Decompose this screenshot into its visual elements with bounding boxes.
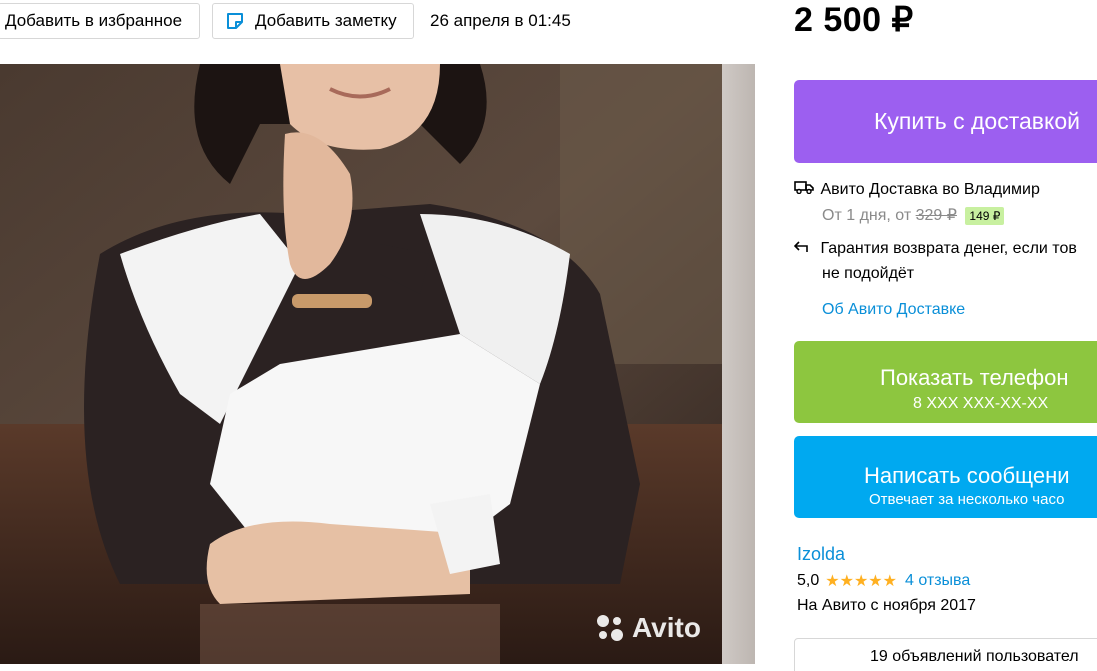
buy-with-delivery-button[interactable]: Купить с доставкой [794,80,1097,163]
delivery-price-row: От 1 дня, от 329 ₽ 149 ₽ [822,205,1005,225]
seller-ads-button[interactable]: 19 объявлений пользовател [794,638,1097,671]
rating-stars-icon: ★★★★★ [825,573,897,590]
guarantee-info: Гарантия возврата денег, если тов [793,240,1077,258]
delivery-from: От 1 дня, от [822,207,912,224]
buy-with-delivery-label: Купить с доставкой [874,108,1080,134]
seller-ads-label: 19 объявлений пользовател [870,648,1079,665]
return-arrow-icon [793,240,816,258]
show-phone-button[interactable]: Показать телефон 8 XXX XXX-XX-XX [794,341,1097,423]
listing-price: 2 500 ₽ [794,1,914,39]
response-time-label: Отвечает за несколько часо [869,490,1065,508]
reviews-link[interactable]: 4 отзыва [905,572,970,590]
seller-since: На Авито с ноября 2017 [797,597,976,614]
truck-icon [794,180,816,199]
guarantee-line1: Гарантия возврата денег, если тов [820,240,1077,257]
add-note-label: Добавить заметку [255,11,397,30]
delivery-info: Авито Доставка во Владимир [794,180,1040,199]
write-message-button[interactable]: Написать сообщени Отвечает за несколько … [794,436,1097,518]
write-message-label: Написать сообщени [864,462,1070,488]
masked-phone-number: 8 XXX XXX-XX-XX [913,395,1049,412]
note-icon [225,11,245,31]
add-to-favorites-button[interactable]: Добавить в избранное [0,3,200,39]
listing-date: 26 апреля в 01:45 [430,11,571,30]
avito-watermark: Avito [594,612,701,644]
next-photo-preview[interactable] [722,64,755,664]
add-to-favorites-label: Добавить в избранное [5,11,183,30]
show-phone-label: Показать телефон [880,365,1069,390]
guarantee-line2: не подойдёт [822,265,915,282]
avito-logo-icon [597,615,623,641]
delivery-title: Авито Доставка во Владимир [820,181,1040,198]
add-note-button[interactable]: Добавить заметку [212,3,414,39]
watermark-text: Avito [632,612,701,643]
listing-photo[interactable] [0,64,755,664]
delivery-old-price: 329 ₽ [915,207,957,224]
delivery-new-price-badge: 149 ₽ [965,207,1005,225]
about-delivery-link[interactable]: Об Авито Доставке [822,301,965,319]
rating-value: 5,0 [797,572,820,589]
seller-name-link[interactable]: Izolda [797,544,845,565]
seller-rating: 5,0 ★★★★★ 4 отзыва [797,571,970,591]
